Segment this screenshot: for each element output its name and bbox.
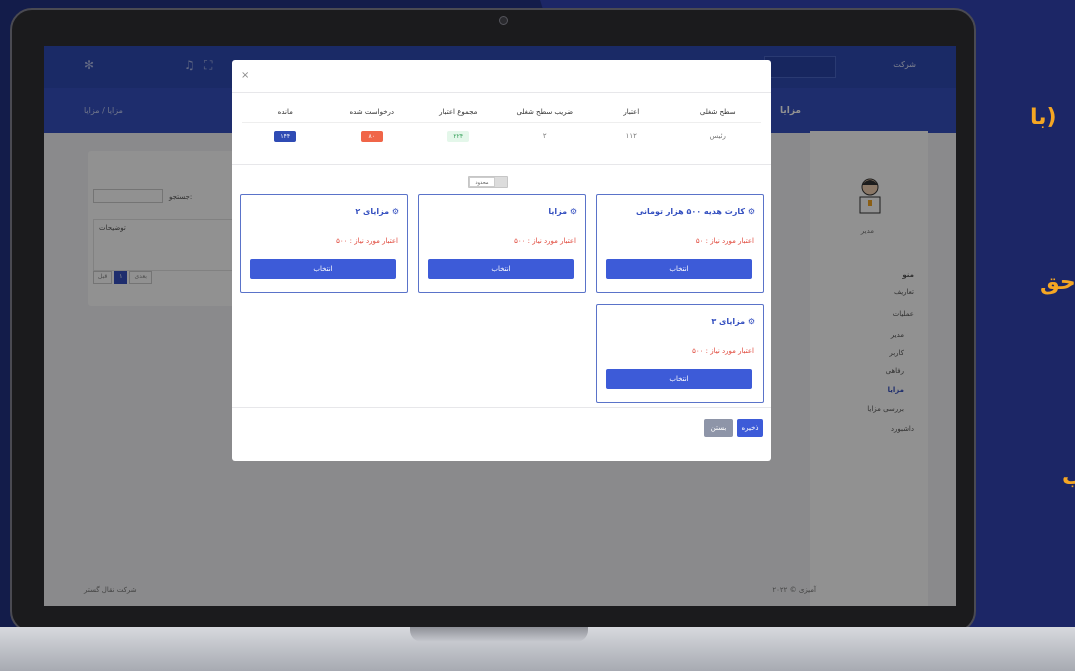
side-text-2: حق bbox=[1040, 270, 1075, 295]
modal-divider bbox=[232, 407, 771, 408]
total-credit-badge: ۲۲۴ bbox=[447, 130, 470, 142]
save-button[interactable]: ذخیره bbox=[737, 419, 763, 437]
remaining-badge: ۱۴۴ bbox=[274, 130, 297, 142]
benefit-required: اعتبار مورد نیاز : ۵۰ bbox=[695, 237, 754, 245]
benefit-required: اعتبار مورد نیاز : ۵۰۰ bbox=[336, 237, 398, 245]
credit-table-row: رئیس ۱۱۲ ۲ ۲۲۴ ۸۰ ۱۴۴ bbox=[242, 122, 761, 149]
select-button[interactable]: انتخاب bbox=[428, 259, 574, 279]
benefit-required: اعتبار مورد نیاز : ۵۰۰ bbox=[692, 347, 754, 355]
td-total-credit: ۲۲۴ bbox=[415, 130, 502, 142]
requested-badge: ۸۰ bbox=[360, 130, 383, 142]
benefit-title: ⚙ کارت هدیه ۵۰۰ هزار تومانی bbox=[635, 207, 755, 216]
th-coefficient: ضریب سطح شغلی bbox=[516, 108, 574, 116]
side-text-3: ب bbox=[1062, 465, 1075, 490]
benefits-modal: × سطح شغلی اعتبار ضریب سطح شغلی مجموع اع… bbox=[232, 60, 771, 461]
td-coefficient: ۲ bbox=[542, 132, 547, 140]
app-screen: ✻ ♫ ⛶ شرکت مزایا مزایا / مزایا جستجو: تو… bbox=[44, 46, 956, 606]
close-icon[interactable]: × bbox=[241, 70, 249, 81]
th-requested: درخواست شده bbox=[349, 108, 395, 116]
th-credit: اعتبار bbox=[623, 108, 640, 116]
webcam bbox=[499, 16, 508, 25]
th-remaining: مانده bbox=[277, 108, 293, 116]
modal-divider bbox=[232, 92, 771, 93]
td-job-level: رئیس bbox=[709, 132, 726, 140]
td-remaining: ۱۴۴ bbox=[242, 130, 329, 142]
benefit-card: ⚙ مزایای ۳ اعتبار مورد نیاز : ۵۰۰ انتخاب bbox=[596, 304, 764, 403]
toggle-label: محدود bbox=[469, 177, 495, 187]
select-button[interactable]: انتخاب bbox=[606, 259, 752, 279]
benefit-title: ⚙ مزایای ۳ bbox=[711, 317, 755, 326]
close-button[interactable]: بستن bbox=[704, 419, 733, 437]
credit-table: سطح شغلی اعتبار ضریب سطح شغلی مجموع اعتب… bbox=[242, 102, 761, 149]
select-button[interactable]: انتخاب bbox=[250, 259, 396, 279]
td-requested: ۸۰ bbox=[329, 130, 416, 142]
credit-table-header: سطح شغلی اعتبار ضریب سطح شغلی مجموع اعتب… bbox=[242, 102, 761, 122]
benefit-title: ⚙ مزایا bbox=[548, 207, 577, 216]
benefit-card: ⚙ مزایای ۲ اعتبار مورد نیاز : ۵۰۰ انتخاب bbox=[240, 194, 408, 293]
laptop-notch bbox=[410, 627, 588, 642]
th-job-level: سطح شغلی bbox=[699, 108, 736, 116]
modal-divider bbox=[232, 164, 771, 165]
benefit-card: ⚙ مزایا اعتبار مورد نیاز : ۵۰۰ انتخاب bbox=[418, 194, 586, 293]
td-credit: ۱۱۲ bbox=[625, 132, 637, 140]
limited-toggle[interactable]: محدود bbox=[468, 176, 508, 188]
select-button[interactable]: انتخاب bbox=[606, 369, 752, 389]
th-total-credit: مجموع اعتبار bbox=[439, 108, 478, 116]
benefit-card: ⚙ کارت هدیه ۵۰۰ هزار تومانی اعتبار مورد … bbox=[596, 194, 764, 293]
side-text-1: (با bbox=[1030, 105, 1057, 130]
benefit-required: اعتبار مورد نیاز : ۵۰۰ bbox=[514, 237, 576, 245]
benefit-title: ⚙ مزایای ۲ bbox=[355, 207, 399, 216]
